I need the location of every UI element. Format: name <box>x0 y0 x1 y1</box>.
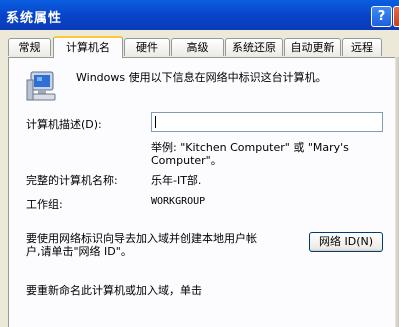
description-label: 计算机描述(D): <box>26 118 102 131</box>
example-text-line2: Computer"。 <box>151 154 222 167</box>
help-button[interactable]: ? <box>371 6 392 27</box>
network-id-text-line2: 户,请单击"网络 ID"。 <box>26 245 132 258</box>
close-button[interactable] <box>393 6 399 27</box>
tab-general[interactable]: 常规 <box>8 38 51 56</box>
tab-computer-name[interactable]: 计算机名 <box>53 36 123 58</box>
tab-automatic-updates[interactable]: 自动更新 <box>284 38 341 56</box>
tab-remote[interactable]: 远程 <box>342 38 382 56</box>
panel-shadow <box>395 57 399 327</box>
computer-icon <box>26 71 56 101</box>
computer-description-input[interactable] <box>151 112 383 132</box>
tab-system-restore[interactable]: 系统还原 <box>225 38 283 56</box>
window-title: 系统属性 <box>6 11 63 26</box>
text-caret <box>155 116 156 128</box>
workgroup-value: WORKGROUP <box>151 196 206 207</box>
full-name-label: 完整的计算机名称: <box>26 174 118 187</box>
full-name-value: 乐年-IT部. <box>151 174 202 187</box>
tab-strip: 常规 计算机名 硬件 高级 系统还原 自动更新 远程 <box>8 36 399 58</box>
title-bar[interactable]: 系统属性 ? <box>0 0 399 30</box>
workgroup-label: 工作组: <box>26 198 63 211</box>
tab-advanced[interactable]: 高级 <box>171 38 224 56</box>
network-id-button[interactable]: 网络 ID(N) <box>309 232 383 252</box>
tab-hardware[interactable]: 硬件 <box>124 38 170 56</box>
intro-text: Windows 使用以下信息在网络中标识这台计算机。 <box>76 71 327 84</box>
rename-text: 要重新命名此计算机或加入域，单击 <box>26 284 202 297</box>
